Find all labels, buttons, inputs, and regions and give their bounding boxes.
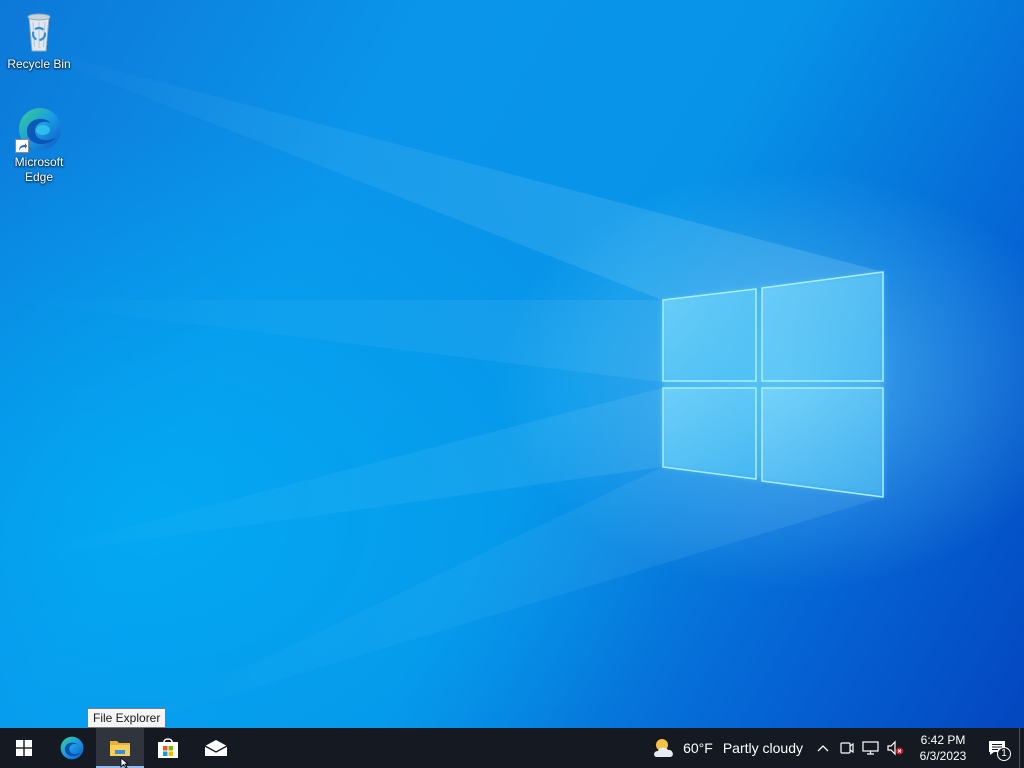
network-icon <box>862 741 879 755</box>
clock-date: 6/3/2023 <box>919 749 967 763</box>
shortcut-arrow-icon <box>15 139 29 153</box>
start-button[interactable] <box>0 728 48 768</box>
system-tray: 6:42 PM 6/3/2023 1 <box>811 728 1024 768</box>
desktop-wallpaper <box>0 0 1024 728</box>
edge-icon <box>15 105 63 153</box>
meet-now-icon <box>840 742 854 754</box>
file-explorer-tooltip: File Explorer <box>87 708 167 728</box>
taskbar: 60°F Partly cloudy 6:42 PM 6/3/2023 1 <box>0 728 1024 768</box>
weather-description: Partly cloudy <box>722 740 803 756</box>
notification-count-badge: 1 <box>997 747 1011 761</box>
taskbar-clock[interactable]: 6:42 PM 6/3/2023 <box>911 728 975 768</box>
partly-cloudy-icon <box>654 739 674 757</box>
store-icon <box>158 738 178 758</box>
meet-now-button[interactable] <box>835 728 859 768</box>
mouse-cursor-icon <box>120 758 130 768</box>
volume-muted-icon <box>887 740 903 756</box>
edge-icon <box>60 736 84 760</box>
taskbar-mail-button[interactable] <box>192 728 240 768</box>
network-button[interactable] <box>859 728 883 768</box>
chevron-up-icon <box>817 745 829 752</box>
weather-widget[interactable]: 60°F Partly cloudy <box>645 728 811 768</box>
desktop-icon-microsoft-edge[interactable]: Microsoft Edge <box>1 105 77 185</box>
mail-icon <box>204 740 228 756</box>
windows-start-icon <box>16 740 32 756</box>
desktop-icon-recycle-bin[interactable]: Recycle Bin <box>1 7 77 72</box>
recycle-bin-icon <box>15 7 63 55</box>
taskbar-edge-button[interactable] <box>48 728 96 768</box>
volume-button[interactable] <box>883 728 907 768</box>
show-hidden-icons-button[interactable] <box>811 728 835 768</box>
file-explorer-icon <box>110 741 130 756</box>
taskbar-store-button[interactable] <box>144 728 192 768</box>
show-desktop-button[interactable] <box>1019 728 1024 768</box>
recycle-bin-label: Recycle Bin <box>7 57 71 71</box>
windows-logo-light-beams <box>0 40 884 728</box>
action-center-button[interactable]: 1 <box>975 728 1019 768</box>
clock-time: 6:42 PM <box>920 733 966 747</box>
microsoft-edge-label: Microsoft Edge <box>14 155 64 184</box>
weather-temperature: 60°F <box>683 740 713 756</box>
